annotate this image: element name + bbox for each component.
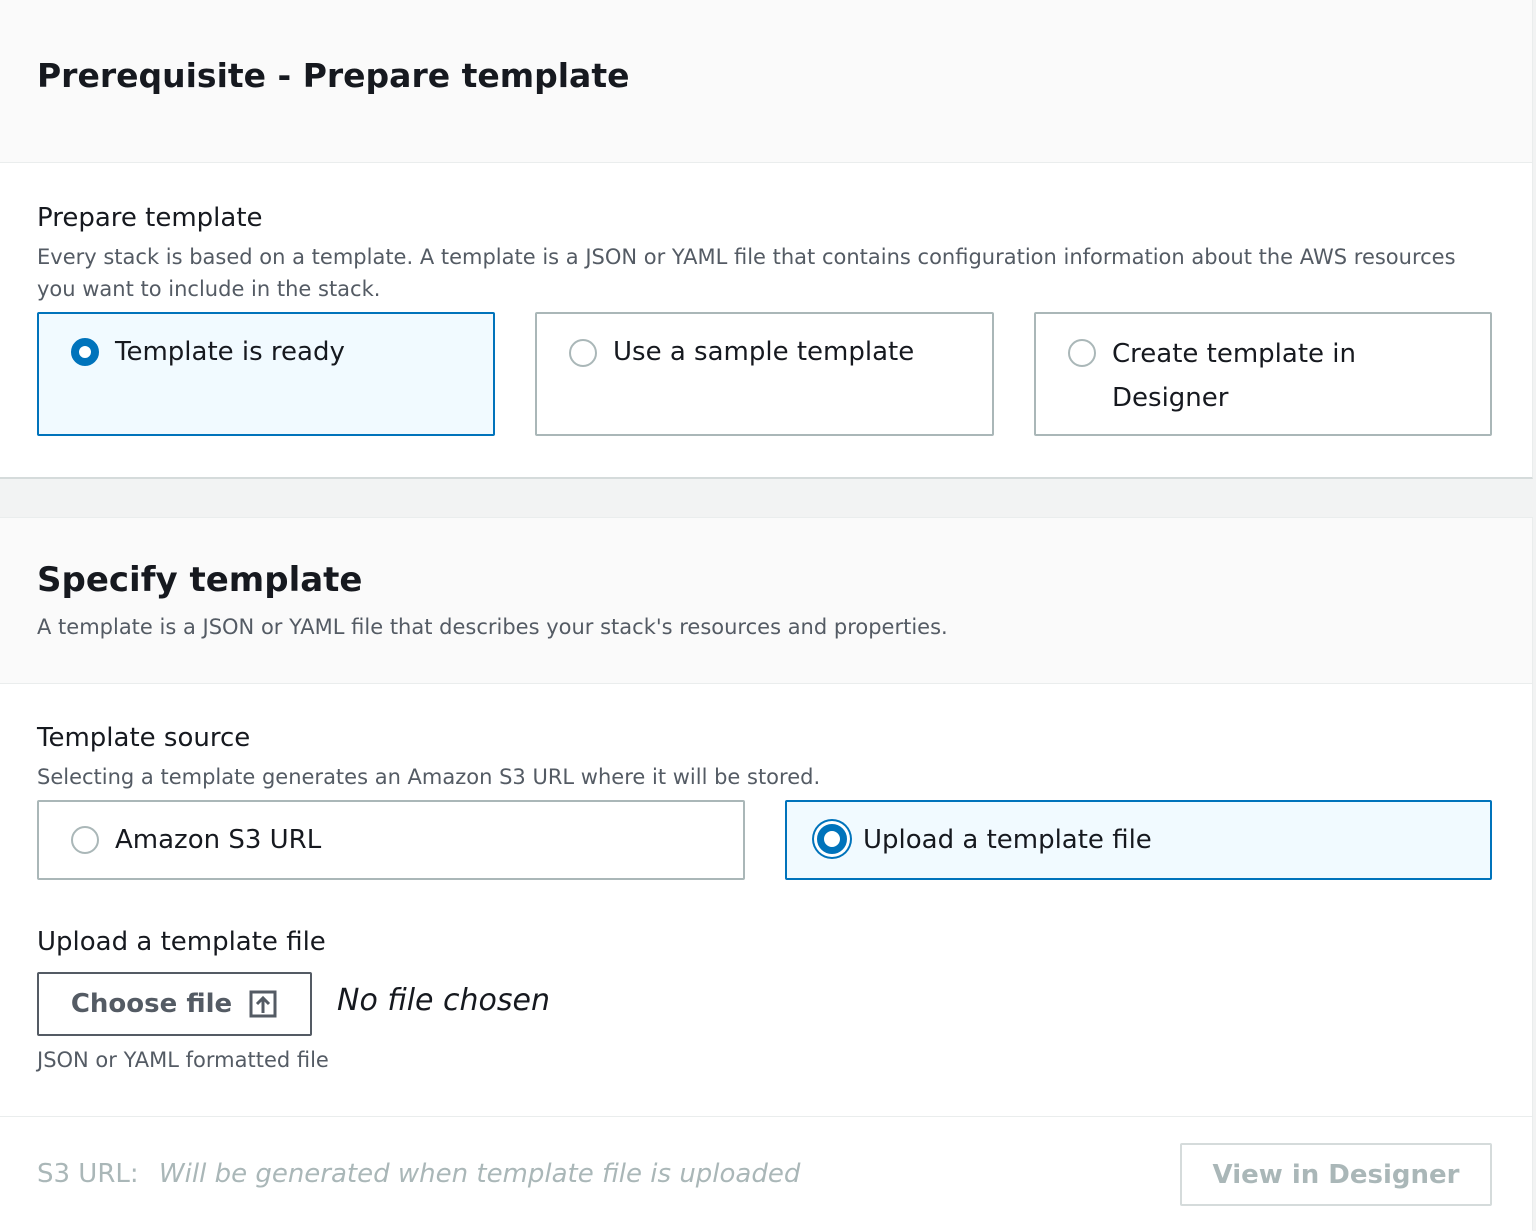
- create-template-in-designer-option[interactable]: Create template in Designer: [1034, 312, 1492, 436]
- s3-url-row: S3 URL: Will be generated when template …: [37, 1159, 800, 1189]
- use-sample-template-radio[interactable]: [569, 339, 597, 367]
- s3-url-label: S3 URL:: [37, 1159, 139, 1189]
- specify-template-panel: Specify template A template is a JSON or…: [0, 517, 1533, 1231]
- upload-template-file-option[interactable]: Upload a template file: [785, 800, 1492, 880]
- upload-hint: JSON or YAML formatted file: [37, 1048, 329, 1072]
- s3-url-footer: S3 URL: Will be generated when template …: [0, 1116, 1532, 1231]
- template-source-description: Selecting a template generates an Amazon…: [37, 765, 821, 789]
- template-source-label: Template source: [37, 723, 251, 753]
- upload-template-file-label: Upload a template file: [37, 927, 326, 957]
- panel-title: Prerequisite - Prepare template: [37, 56, 630, 95]
- s3-url-value: Will be generated when template file is …: [158, 1159, 801, 1189]
- prepare-template-panel-header: Prerequisite - Prepare template: [0, 0, 1532, 163]
- upload-template-file-radio[interactable]: [817, 824, 847, 854]
- specify-template-description: A template is a JSON or YAML file that d…: [37, 615, 948, 639]
- view-in-designer-button[interactable]: View in Designer: [1180, 1143, 1492, 1206]
- prepare-template-label: Prepare template: [37, 203, 263, 233]
- amazon-s3-url-radio[interactable]: [71, 826, 99, 854]
- template-is-ready-radio[interactable]: [71, 338, 99, 366]
- template-is-ready-label: Template is ready: [115, 337, 345, 367]
- upload-icon: [248, 989, 278, 1019]
- choose-file-button-label: Choose file: [70, 989, 233, 1019]
- prepare-template-panel: Prerequisite - Prepare template Prepare …: [0, 0, 1533, 479]
- prepare-template-description: Every stack is based on a template. A te…: [37, 245, 1456, 301]
- create-template-in-designer-label: Create template in Designer: [1112, 339, 1356, 413]
- use-sample-template-option[interactable]: Use a sample template: [535, 312, 994, 436]
- view-in-designer-label: View in Designer: [1212, 1159, 1460, 1190]
- amazon-s3-url-option[interactable]: Amazon S3 URL: [37, 800, 745, 880]
- create-template-in-designer-radio[interactable]: [1068, 339, 1096, 367]
- choose-file-button[interactable]: Choose file: [37, 972, 312, 1036]
- specify-template-title: Specify template: [37, 560, 363, 600]
- specify-template-panel-header: Specify template A template is a JSON or…: [0, 517, 1532, 684]
- no-file-chosen-text: No file chosen: [337, 983, 551, 1018]
- template-is-ready-option[interactable]: Template is ready: [37, 312, 495, 436]
- use-sample-template-label: Use a sample template: [613, 337, 915, 367]
- amazon-s3-url-label: Amazon S3 URL: [115, 825, 322, 855]
- upload-template-file-option-label: Upload a template file: [863, 825, 1152, 855]
